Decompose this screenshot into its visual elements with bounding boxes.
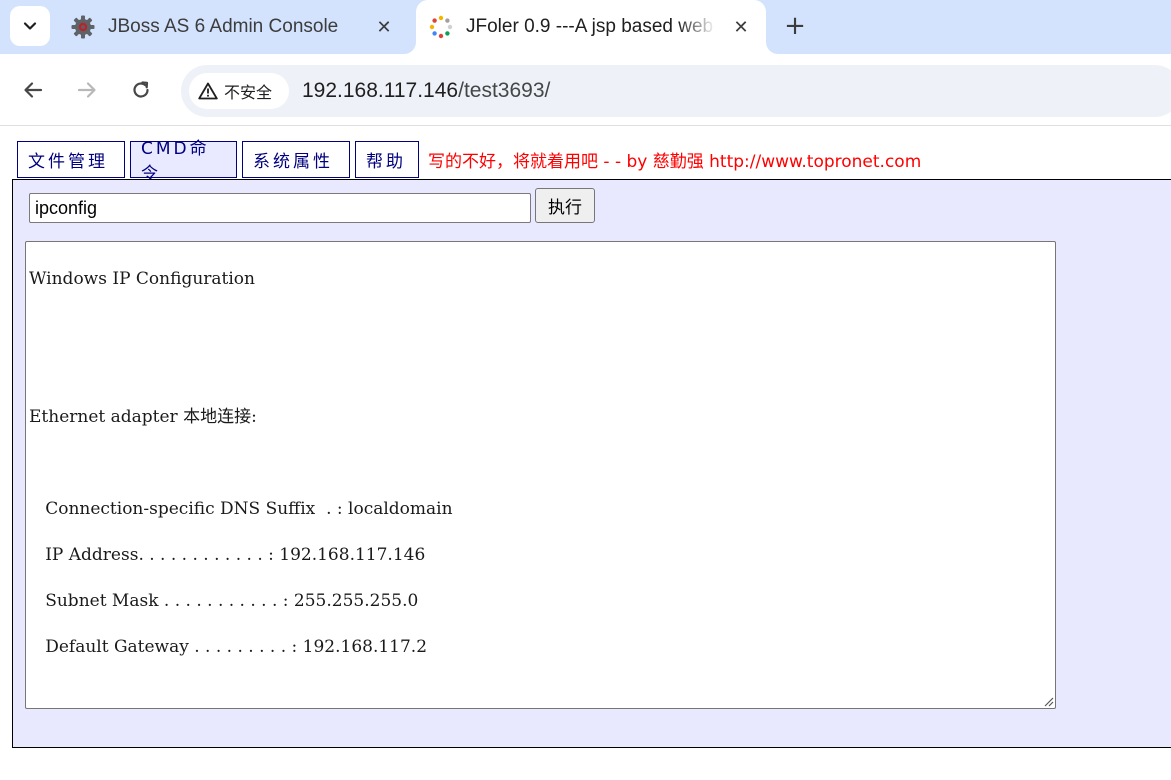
output-line: Default Gateway . . . . . . . . . : 192.…	[29, 637, 428, 657]
chevron-down-icon	[23, 22, 37, 30]
close-icon[interactable]: ✕	[729, 15, 753, 39]
loading-spinner-icon	[429, 15, 453, 39]
output-line: Connection-specific DNS Suffix . : local…	[29, 499, 453, 519]
execute-button[interactable]: 执行	[535, 188, 595, 223]
arrow-left-icon	[24, 82, 43, 98]
forward-button[interactable]	[69, 72, 105, 108]
arrow-right-icon	[77, 82, 96, 98]
output-line: IP Address. . . . . . . . . . . . : 192.…	[29, 545, 426, 565]
page-content: 文件管理 CMD命令 系统属性 帮助 写的不好，将就着用吧 - - by 慈勤强…	[0, 127, 1171, 780]
author-note: 写的不好，将就着用吧 - - by 慈勤强 http://www.toprone…	[428, 151, 922, 172]
tab-jfoler[interactable]: JFoler 0.9 ---A jsp based web ✕	[416, 0, 766, 54]
gear-icon	[71, 15, 95, 39]
browser-toolbar: 不安全 192.168.117.146/test3693/	[0, 54, 1171, 126]
command-output[interactable]: Windows IP Configuration Ethernet adapte…	[25, 241, 1056, 709]
resize-grip-icon[interactable]	[1042, 695, 1054, 707]
url-host: 192.168.117.146	[302, 79, 459, 102]
tab-title: JFoler 0.9 ---A jsp based web	[466, 16, 714, 37]
security-indicator[interactable]: 不安全	[189, 73, 289, 109]
help-button[interactable]: 帮助	[355, 140, 419, 178]
tab-title: JBoss AS 6 Admin Console	[108, 16, 339, 37]
url-text[interactable]: 192.168.117.146/test3693/	[302, 77, 550, 105]
tab-search-button[interactable]	[10, 6, 50, 46]
url-path: /test3693/	[458, 79, 551, 102]
tab-strip: JBoss AS 6 Admin Console ✕ JFoler 0.9 --…	[0, 0, 1171, 54]
new-tab-button[interactable]: +	[779, 10, 811, 42]
menu-bar: 文件管理 CMD命令 系统属性 帮助 写的不好，将就着用吧 - - by 慈勤强…	[17, 139, 922, 184]
system-properties-button[interactable]: 系统属性	[242, 140, 350, 178]
output-line: Ethernet adapter 本地连接:	[29, 407, 257, 427]
output-line: Windows IP Configuration	[29, 269, 255, 289]
cmd-panel: 执行 Windows IP Configuration Ethernet ada…	[12, 179, 1171, 748]
warning-icon	[198, 82, 218, 100]
command-input[interactable]	[29, 193, 531, 223]
reload-icon	[133, 81, 149, 98]
address-bar[interactable]: 不安全 192.168.117.146/test3693/	[181, 65, 1171, 117]
back-button[interactable]	[15, 72, 51, 108]
output-line: Subnet Mask . . . . . . . . . . . : 255.…	[29, 591, 419, 611]
security-label: 不安全	[224, 83, 273, 102]
tab-jboss-console[interactable]: JBoss AS 6 Admin Console ✕	[58, 0, 408, 54]
file-manager-button[interactable]: 文件管理	[17, 140, 125, 178]
cmd-button[interactable]: CMD命令	[130, 139, 237, 184]
close-icon[interactable]: ✕	[372, 15, 396, 39]
reload-button[interactable]	[123, 72, 159, 108]
